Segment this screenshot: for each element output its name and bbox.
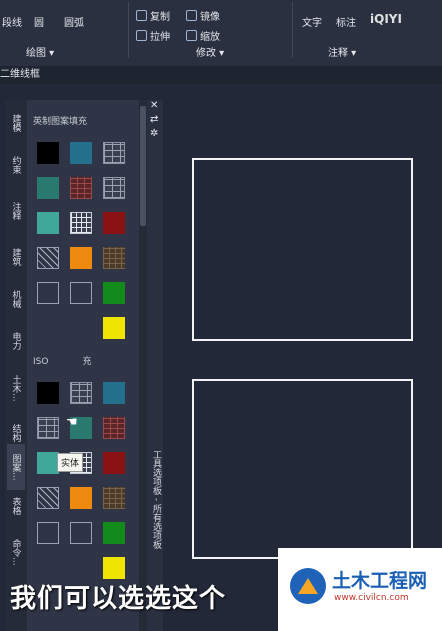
- tab-architecture[interactable]: 建筑: [7, 238, 25, 276]
- ribbon-separator: [292, 2, 293, 58]
- iso-hatch-swatch[interactable]: [70, 382, 92, 404]
- iso-hatch-swatch[interactable]: [37, 382, 59, 404]
- annotate-panel-label[interactable]: 注释 ▾: [328, 44, 356, 59]
- palette-tab-strip: 建模 约束 注释 建筑 机械 电力 土木... 结构 图案... 表格 命令..…: [5, 100, 27, 631]
- section-title-iso-hatch: ISO 充: [33, 357, 92, 367]
- watermark-title: 土木工程网: [332, 570, 428, 592]
- ribbon: 段线 圆 圆弧 绘图 ▾ 复制 镜像 拉伸 缩放 修改 ▾ 文字 标注 注释 ▾…: [0, 0, 442, 67]
- imperial-hatch-swatch[interactable]: [103, 317, 125, 339]
- iso-hatch-swatch: [37, 557, 59, 579]
- tooltip-solid: 实体: [57, 453, 84, 472]
- imperial-hatch-swatch[interactable]: [37, 282, 59, 304]
- iso-hatch-swatch[interactable]: [103, 452, 125, 474]
- stretch-button[interactable]: 拉伸: [136, 28, 170, 43]
- tab-modeling[interactable]: 建模: [7, 104, 25, 142]
- iso-hatch-swatch[interactable]: [37, 487, 59, 509]
- properties-icon[interactable]: ✲: [150, 128, 158, 139]
- mirror-icon: [186, 10, 197, 21]
- imperial-hatch-swatch[interactable]: [70, 282, 92, 304]
- ribbon-separator: [128, 2, 129, 58]
- iso-hatch-swatch[interactable]: [70, 487, 92, 509]
- text-button[interactable]: 文字: [302, 14, 322, 29]
- modify-panel-label[interactable]: 修改 ▾: [196, 44, 224, 59]
- video-subtitle: 我们可以选选这个: [10, 584, 227, 614]
- imperial-hatch-swatch[interactable]: [70, 142, 92, 164]
- section-title-imperial-hatch: 英制图案填充: [33, 117, 88, 127]
- imperial-hatch-swatch[interactable]: [103, 177, 125, 199]
- draw-panel-label[interactable]: 绘图 ▾: [26, 44, 54, 59]
- imperial-hatch-swatch[interactable]: [70, 177, 92, 199]
- dimension-button[interactable]: 标注: [336, 14, 356, 29]
- iso-hatch-swatch: [70, 557, 92, 579]
- hand-cursor-icon: ☚: [66, 415, 78, 430]
- iso-hatch-swatch[interactable]: [70, 522, 92, 544]
- imperial-hatch-swatch[interactable]: [37, 142, 59, 164]
- palette-title-bar[interactable]: ✕ ⇄ ✲ 工具选项板 - 所有选项板: [147, 100, 163, 631]
- close-icon[interactable]: ✕: [150, 100, 158, 111]
- tab-mechanical[interactable]: 机械: [7, 280, 25, 318]
- iso-hatch-swatch[interactable]: [103, 487, 125, 509]
- scale-icon: [186, 30, 197, 41]
- tab-tables[interactable]: 表格: [7, 488, 25, 524]
- scale-button[interactable]: 缩放: [186, 28, 220, 43]
- imperial-hatch-swatch[interactable]: [70, 247, 92, 269]
- tab-hatch[interactable]: 图案...: [7, 444, 25, 490]
- drawn-rectangle[interactable]: [192, 379, 413, 559]
- imperial-hatch-swatch[interactable]: [103, 212, 125, 234]
- watermark: 土木工程网 www.civilcn.com: [278, 548, 442, 631]
- scrollbar-thumb[interactable]: [140, 106, 146, 226]
- watermark-url: www.civilcn.com: [334, 593, 409, 603]
- copy-icon: [136, 10, 147, 21]
- iso-hatch-swatch[interactable]: [37, 522, 59, 544]
- palette-scrollbar[interactable]: [139, 100, 147, 631]
- imperial-hatch-swatch[interactable]: [103, 282, 125, 304]
- imperial-hatch-swatch: [70, 317, 92, 339]
- tab-electrical[interactable]: 电力: [7, 322, 25, 360]
- iqiyi-logo: iQIYI: [370, 12, 402, 26]
- tab-civil[interactable]: 土木...: [7, 366, 25, 410]
- iso-hatch-swatch[interactable]: [103, 417, 125, 439]
- palette-content: 英制图案填充 ISO 充: [27, 100, 139, 631]
- mirror-button[interactable]: 镜像: [186, 8, 220, 23]
- arc-button[interactable]: 圆弧: [64, 14, 84, 29]
- stretch-icon: [136, 30, 147, 41]
- copy-button[interactable]: 复制: [136, 8, 170, 23]
- civilcn-logo-icon: [290, 568, 326, 604]
- drawn-rectangle[interactable]: [192, 158, 413, 341]
- tab-command[interactable]: 命令...: [7, 530, 25, 574]
- imperial-hatch-swatch[interactable]: [37, 247, 59, 269]
- autohide-icon[interactable]: ⇄: [150, 114, 158, 125]
- tab-constraints[interactable]: 约束: [7, 146, 25, 184]
- imperial-hatch-swatch[interactable]: [70, 212, 92, 234]
- iso-hatch-swatch[interactable]: [37, 452, 59, 474]
- polyline-button[interactable]: 段线: [2, 14, 22, 29]
- iso-hatch-swatch[interactable]: [103, 522, 125, 544]
- imperial-hatch-swatch[interactable]: [37, 177, 59, 199]
- iso-hatch-swatch[interactable]: [103, 382, 125, 404]
- imperial-hatch-swatch[interactable]: [103, 247, 125, 269]
- imperial-hatch-swatch[interactable]: [37, 212, 59, 234]
- imperial-hatch-swatch: [37, 317, 59, 339]
- palette-title: 工具选项板 - 所有选项板: [151, 450, 161, 549]
- iso-hatch-swatch[interactable]: [103, 557, 125, 579]
- viewport-label[interactable]: 二维线框: [0, 66, 442, 84]
- circle-button[interactable]: 圆: [34, 14, 44, 29]
- imperial-hatch-swatch[interactable]: [103, 142, 125, 164]
- iso-hatch-swatch[interactable]: [37, 417, 59, 439]
- tool-palette: 建模 约束 注释 建筑 机械 电力 土木... 结构 图案... 表格 命令..…: [5, 100, 163, 631]
- tab-annotation[interactable]: 注释: [7, 192, 25, 230]
